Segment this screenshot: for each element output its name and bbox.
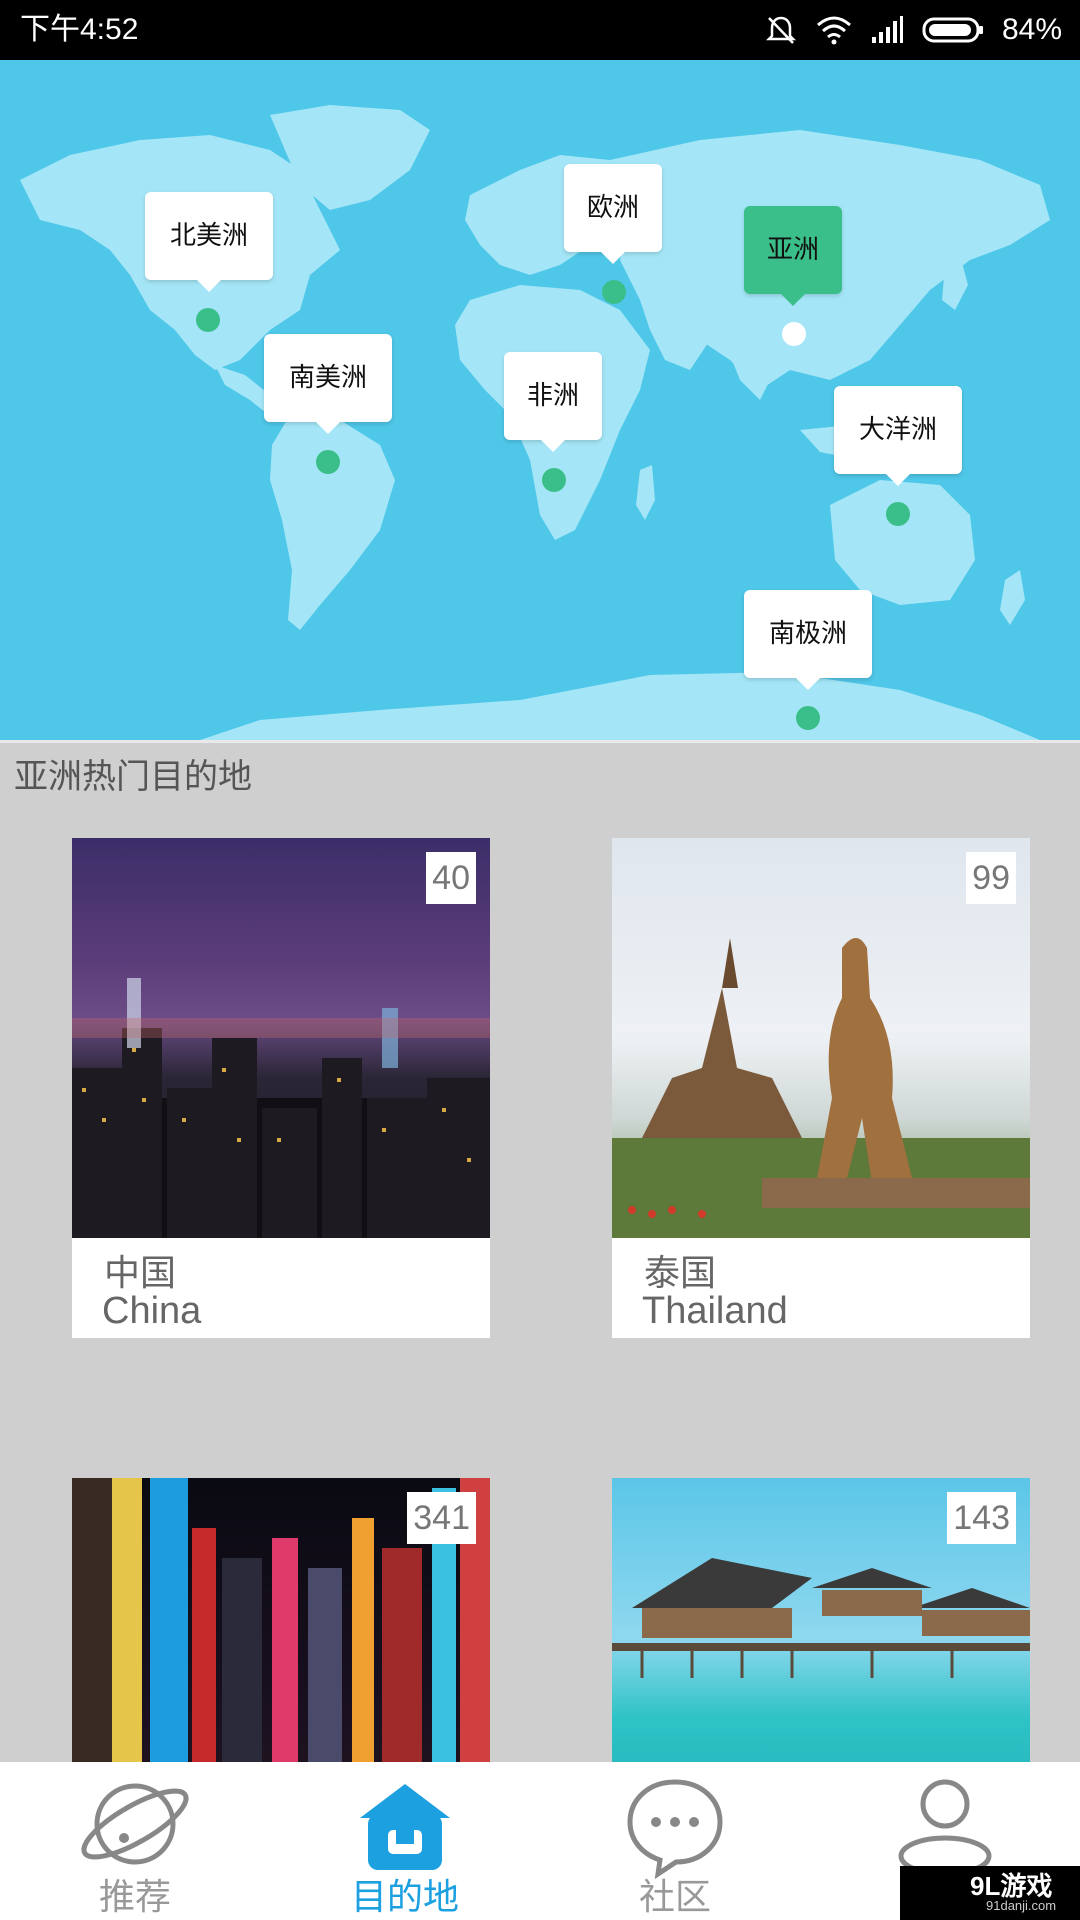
destination-name-cn: 中国 <box>104 1253 177 1294</box>
world-map[interactable]: 北美洲 南美洲 欧洲 非洲 亚洲 大洋洲 南极洲 <box>0 60 1080 740</box>
destination-name-en: Thailand <box>642 1290 788 1332</box>
nav-tab-community[interactable]: 社区 <box>540 1762 810 1920</box>
destination-count: 341 <box>407 1492 476 1544</box>
destination-card-thailand[interactable]: 99 泰国 Thailand <box>612 838 1030 1338</box>
status-bar: 下午4:52 84% <box>0 0 1080 60</box>
pin-africa[interactable]: 非洲 <box>504 352 602 452</box>
destination-caption: 泰国 Thailand <box>612 1238 1030 1338</box>
home-icon <box>360 1784 450 1870</box>
destination-image-water-villa: 143 <box>612 1478 1030 1762</box>
wifi-icon <box>816 16 851 45</box>
destination-card-4[interactable]: 143 <box>612 1478 1030 1762</box>
status-time: 下午4:52 <box>20 13 139 46</box>
destination-count: 40 <box>426 852 476 904</box>
pin-dot-asia[interactable] <box>782 322 806 346</box>
pin-asia[interactable]: 亚洲 <box>744 206 842 306</box>
pin-dot-south-america[interactable] <box>316 450 340 474</box>
mute-icon <box>765 16 796 44</box>
destination-count: 99 <box>966 852 1016 904</box>
pin-north-america[interactable]: 北美洲 <box>145 192 273 292</box>
pin-dot-oceania[interactable] <box>886 502 910 526</box>
destination-name-en: China <box>102 1290 202 1332</box>
map-divider <box>0 740 1080 743</box>
pin-south-america[interactable]: 南美洲 <box>264 334 392 434</box>
section-title: 亚洲热门目的地 <box>14 757 252 797</box>
destination-name-cn: 泰国 <box>644 1253 717 1294</box>
planet-icon <box>81 1783 189 1865</box>
nav-tab-recommend[interactable]: 推荐 <box>0 1762 270 1920</box>
nav-label-recommend: 推荐 <box>98 1877 171 1918</box>
pin-dot-antarctica[interactable] <box>796 706 820 730</box>
site-watermark: 9L游戏 91danji.com <box>900 1866 1080 1920</box>
pin-dot-europe[interactable] <box>602 280 626 304</box>
watermark-sub: 91danji.com <box>986 1898 1057 1913</box>
battery-percent: 84% <box>1001 13 1062 46</box>
status-icons: 84% <box>764 10 1062 50</box>
destination-image-thailand: 99 <box>612 838 1030 1238</box>
destination-card-3[interactable]: 341 <box>72 1478 490 1762</box>
signal-icon <box>871 16 903 43</box>
chat-bubble-icon <box>627 1779 723 1880</box>
battery-icon <box>922 17 983 43</box>
pin-antarctica[interactable]: 南极洲 <box>744 590 872 690</box>
pin-dot-north-america[interactable] <box>196 308 220 332</box>
pin-dot-africa[interactable] <box>542 468 566 492</box>
destination-image-neon-street: 341 <box>72 1478 490 1762</box>
destination-count: 143 <box>947 1492 1016 1544</box>
pin-oceania[interactable]: 大洋洲 <box>834 386 962 486</box>
nav-label-community: 社区 <box>638 1877 711 1918</box>
destination-image-china: 40 <box>72 838 490 1238</box>
destination-caption: 中国 China <box>72 1238 490 1338</box>
nav-tab-destination[interactable]: 目的地 <box>270 1762 540 1920</box>
nav-label-destination: 目的地 <box>350 1877 459 1918</box>
destination-card-china[interactable]: 40 中国 China <box>72 838 490 1338</box>
pin-europe[interactable]: 欧洲 <box>564 164 662 264</box>
